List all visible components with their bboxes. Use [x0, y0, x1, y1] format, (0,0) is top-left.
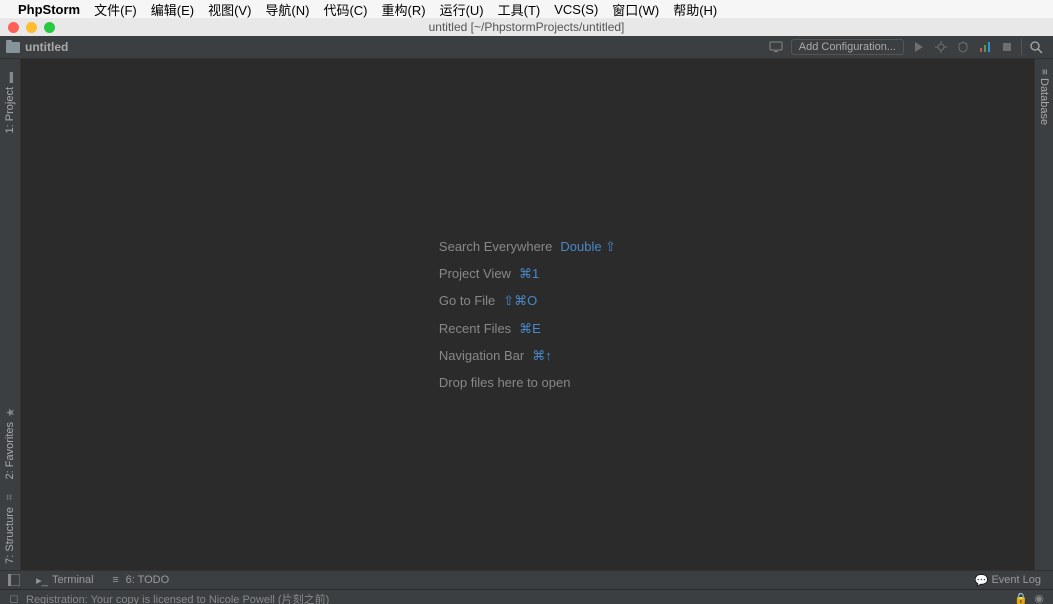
hide-toolwindows-button[interactable]: [8, 574, 20, 586]
hint-label: Recent Files: [439, 321, 511, 336]
todo-label: 6: TODO: [126, 574, 170, 586]
menu-help[interactable]: 帮助(H): [673, 0, 717, 19]
menu-view[interactable]: 视图(V): [208, 0, 251, 19]
add-configuration-button[interactable]: Add Configuration...: [791, 39, 904, 55]
star-icon: ★: [4, 406, 16, 418]
hint-label: Search Everywhere: [439, 239, 552, 254]
run-coverage-icon[interactable]: [955, 39, 971, 55]
menu-refactor[interactable]: 重构(R): [382, 0, 426, 19]
device-icon[interactable]: [768, 39, 784, 55]
close-window-button[interactable]: [8, 22, 19, 33]
inspection-icon[interactable]: ◉: [1033, 593, 1045, 604]
right-gutter: ≡ Database: [1034, 59, 1053, 570]
folder-icon: [6, 42, 20, 53]
terminal-icon: ▸_: [36, 574, 48, 586]
shortcut-hints: Search Everywhere Double ⇧ Project View ⌘1…: [439, 233, 616, 397]
menu-run[interactable]: 运行(U): [440, 0, 484, 19]
window-titlebar: untitled [~/PhpstormProjects/untitled]: [0, 18, 1053, 36]
window-title: untitled [~/PhpstormProjects/untitled]: [429, 20, 625, 34]
menu-window[interactable]: 窗口(W): [612, 0, 659, 19]
hint-shortcut: ⌘1: [519, 266, 539, 281]
menu-vcs[interactable]: VCS(S): [554, 2, 598, 17]
minimize-window-button[interactable]: [26, 22, 37, 33]
search-icon[interactable]: [1021, 39, 1044, 55]
hint-shortcut: Double ⇧: [560, 239, 616, 254]
breadcrumb-project[interactable]: untitled: [25, 40, 68, 54]
database-tab-label: Database: [1038, 78, 1050, 125]
project-tab-label: 1: Project: [4, 87, 16, 133]
structure-tool-tab[interactable]: 7: Structure ⌗: [4, 491, 16, 564]
run-icon[interactable]: [911, 39, 927, 55]
database-icon: ≡: [1039, 69, 1050, 75]
editor-empty-state[interactable]: Search Everywhere Double ⇧ Project View ⌘1…: [21, 59, 1034, 570]
app-name[interactable]: PhpStorm: [18, 2, 80, 17]
profiler-icon[interactable]: [977, 39, 993, 55]
hint-shortcut: ⌘E: [519, 321, 541, 336]
menu-tools[interactable]: 工具(T): [498, 0, 541, 19]
hint-label: Drop files here to open: [439, 375, 571, 390]
structure-tab-label: 7: Structure: [4, 507, 16, 564]
left-gutter: 1: Project ▬ 2: Favorites ★ 7: Structure ⌗: [0, 59, 21, 570]
menu-edit[interactable]: 编辑(E): [151, 0, 194, 19]
debug-icon[interactable]: [933, 39, 949, 55]
menu-navigate[interactable]: 导航(N): [265, 0, 309, 19]
favorites-tool-tab[interactable]: 2: Favorites ★: [4, 406, 16, 479]
structure-icon: ⌗: [4, 491, 16, 503]
hint-label: Navigation Bar: [439, 348, 524, 363]
terminal-label: Terminal: [52, 574, 94, 586]
hint-label: Project View: [439, 266, 511, 281]
balloon-icon: 💬: [975, 574, 987, 586]
event-log-label: Event Log: [991, 574, 1041, 586]
hint-shortcut: ⇧⌘O: [503, 293, 537, 308]
menu-file[interactable]: 文件(F): [94, 0, 137, 19]
terminal-tab[interactable]: ▸_ Terminal: [36, 574, 94, 586]
menu-code[interactable]: 代码(C): [323, 0, 367, 19]
stop-icon[interactable]: [999, 39, 1015, 55]
event-log-tab[interactable]: 💬 Event Log: [975, 574, 1041, 586]
hint-shortcut: ⌘↑: [532, 348, 552, 363]
hint-label: Go to File: [439, 293, 495, 308]
project-tool-tab[interactable]: 1: Project ▬: [4, 71, 16, 133]
zoom-window-button[interactable]: [44, 22, 55, 33]
lock-icon[interactable]: 🔒: [1015, 593, 1027, 604]
favorites-tab-label: 2: Favorites: [4, 422, 16, 479]
macos-menubar: PhpStorm 文件(F) 编辑(E) 视图(V) 导航(N) 代码(C) 重…: [0, 0, 1053, 18]
database-tool-tab[interactable]: ≡ Database: [1038, 69, 1050, 125]
list-icon: ≡: [110, 574, 122, 586]
todo-tab[interactable]: ≡ 6: TODO: [110, 574, 170, 586]
status-bar: ◻ Registration: Your copy is licensed to…: [0, 589, 1053, 604]
folder-icon: ▬: [4, 71, 16, 83]
toolwindow-toggle-icon[interactable]: ◻: [8, 593, 20, 604]
status-message: Registration: Your copy is licensed to N…: [26, 591, 329, 604]
navigation-bar: untitled Add Configuration...: [0, 36, 1053, 59]
bottom-toolbar: ▸_ Terminal ≡ 6: TODO 💬 Event Log: [0, 570, 1053, 589]
